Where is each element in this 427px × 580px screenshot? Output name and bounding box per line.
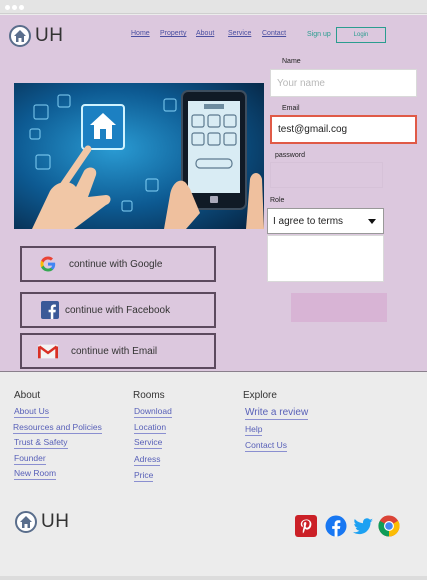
window-dot <box>19 5 24 10</box>
footer-link[interactable]: Price <box>134 470 154 482</box>
page-bottom-edge <box>0 576 427 580</box>
browser-chrome <box>0 0 427 14</box>
password-input[interactable] <box>270 162 383 188</box>
role-select[interactable]: I agree to terms <box>267 208 384 234</box>
gmail-icon <box>38 341 58 361</box>
footer-link[interactable]: Contact Us <box>245 440 288 452</box>
submit-button[interactable] <box>291 293 387 322</box>
google-button-label: continue with Google <box>69 258 163 270</box>
footer-rooms-heading: Rooms <box>133 390 165 401</box>
nav-property[interactable]: Property <box>160 30 186 37</box>
email-label: Email <box>282 105 300 112</box>
nav-service[interactable]: Service <box>228 30 251 37</box>
footer-link[interactable]: About Us <box>14 406 49 418</box>
facebook-login-button[interactable]: continue with Facebook <box>20 292 216 328</box>
message-textarea[interactable] <box>267 235 384 282</box>
footer-link[interactable]: Founder <box>14 453 46 465</box>
twitter-icon[interactable] <box>352 515 374 537</box>
footer-link[interactable]: New Room <box>14 468 57 480</box>
facebook-icon <box>40 300 60 320</box>
footer-explore-heading: Explore <box>243 390 277 401</box>
google-login-button[interactable]: continue with Google <box>20 246 216 282</box>
logo-text: UH <box>35 25 64 46</box>
name-label: Name <box>282 58 301 65</box>
pinterest-icon[interactable] <box>295 515 317 537</box>
footer-link[interactable]: Trust & Safety <box>14 437 68 449</box>
footer-link[interactable]: Download <box>134 406 172 418</box>
email-login-button[interactable]: continue with Email <box>20 333 216 369</box>
footer-about-heading: About <box>14 390 41 401</box>
password-label: password <box>275 152 305 159</box>
facebook-icon[interactable] <box>325 515 347 537</box>
email-input[interactable]: test@gmail.cog <box>270 115 417 144</box>
footer-link[interactable]: Service <box>134 437 163 449</box>
facebook-button-label: continue with Facebook <box>65 304 171 316</box>
footer-link[interactable]: Write a review <box>245 407 309 420</box>
window-dot <box>12 5 17 10</box>
window-dot <box>5 5 10 10</box>
login-button[interactable]: Login <box>336 27 386 43</box>
google-icon <box>38 254 58 274</box>
header-logo[interactable]: UH <box>9 25 63 47</box>
footer-link[interactable]: Resources and Policies <box>13 422 102 434</box>
role-label: Role <box>270 197 285 204</box>
nav-about[interactable]: About <box>196 30 214 37</box>
home-icon <box>15 511 37 533</box>
email-button-label: continue with Email <box>71 345 158 357</box>
footer-link[interactable]: Adress <box>134 454 161 466</box>
name-input[interactable]: Your name <box>270 69 417 97</box>
signup-link[interactable]: Sign up <box>307 31 331 38</box>
footer-logo[interactable]: UH <box>15 511 69 533</box>
nav-contact[interactable]: Contact <box>262 30 286 37</box>
footer-link[interactable]: Location <box>134 422 167 434</box>
footer-logo-text: UH <box>41 511 70 532</box>
home-icon <box>9 25 31 47</box>
footer-link[interactable]: Help <box>245 424 263 436</box>
hero-section: UH Home Property About Service Contact S… <box>0 15 427 372</box>
chrome-icon[interactable] <box>378 515 400 537</box>
nav-home[interactable]: Home <box>131 30 150 37</box>
hero-image <box>14 83 264 229</box>
role-select-value: I agree to terms <box>273 215 344 227</box>
caret-down-icon <box>368 219 376 224</box>
